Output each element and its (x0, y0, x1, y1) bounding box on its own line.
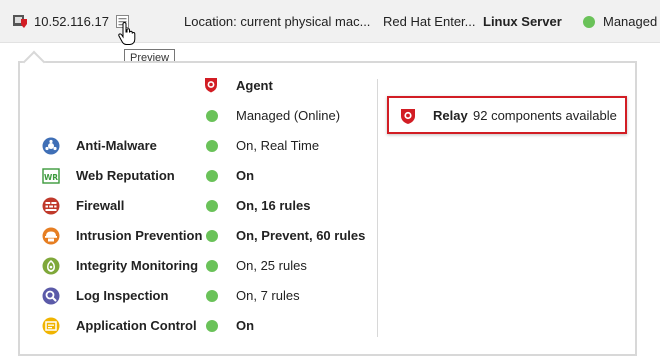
module-row-web-reputation[interactable]: WR Web Reputation On (20, 165, 376, 187)
agent-header: Agent (236, 78, 273, 93)
log-inspection-icon (42, 287, 60, 308)
popover-arrow (22, 50, 46, 74)
anti-malware-icon (42, 137, 60, 158)
module-status: On, Prevent, 60 rules (236, 228, 366, 243)
module-row-integrity-monitoring[interactable]: Integrity Monitoring On, 25 rules (20, 255, 376, 277)
module-status-dot (206, 170, 218, 182)
computer-shield-icon (12, 13, 28, 33)
module-status-dot (206, 230, 218, 242)
module-name: Anti-Malware (76, 138, 157, 153)
module-status-dot (206, 290, 218, 302)
relay-text: 92 components available (473, 108, 617, 123)
module-status: On, 16 rules (236, 198, 311, 213)
module-status-dot (206, 140, 218, 152)
svg-text:WR: WR (44, 173, 58, 182)
module-status: On, Real Time (236, 138, 320, 153)
module-status-dot (206, 200, 218, 212)
module-row-firewall[interactable]: Firewall On, 16 rules (20, 195, 376, 217)
computer-hostname[interactable]: 10.52.116.17 (34, 14, 109, 30)
module-row-intrusion-prevention[interactable]: Intrusion Prevention On, Prevent, 60 rul… (20, 225, 376, 247)
module-status-dot (206, 320, 218, 332)
computer-location: Location: current physical mac... (184, 14, 371, 29)
computer-row[interactable]: 10.52.116.17 Location: current physical … (0, 0, 660, 43)
relay-icon (399, 107, 417, 128)
module-name: Log Inspection (76, 288, 169, 303)
computer-status: Managed (603, 14, 658, 29)
computer-platform: Red Hat Enter... (383, 14, 476, 29)
module-name: Integrity Monitoring (76, 258, 199, 273)
module-status: On, 7 rules (236, 288, 300, 303)
module-status: On (236, 318, 255, 333)
module-name: Firewall (76, 198, 125, 213)
agent-status: Managed (Online) (236, 108, 341, 123)
module-name: Application Control (76, 318, 197, 333)
relay-status-box: Relay 92 components available (387, 96, 627, 134)
intrusion-prevention-icon (42, 227, 60, 248)
application-control-icon (42, 317, 60, 338)
module-name: Intrusion Prevention (76, 228, 203, 243)
module-name: Web Reputation (76, 168, 175, 183)
agent-icon (203, 77, 219, 96)
module-status: On (236, 168, 255, 183)
integrity-monitoring-icon (42, 257, 60, 278)
firewall-icon (42, 197, 60, 218)
module-status-dot (206, 260, 218, 272)
managed-status-dot (583, 16, 595, 28)
module-row-log-inspection[interactable]: Log Inspection On, 7 rules (20, 285, 376, 307)
module-status: On, 25 rules (236, 258, 307, 273)
module-row-application-control[interactable]: Application Control On (20, 315, 376, 337)
agent-status-dot (206, 110, 218, 122)
popover-divider (377, 79, 378, 337)
computer-description: Linux Server (483, 14, 562, 29)
agent-status-row: Managed (Online) (20, 105, 376, 127)
agent-header-row: Agent (20, 75, 376, 97)
preview-popover: Agent Managed (Online) Anti-Malware On, … (18, 50, 637, 356)
relay-label: Relay (433, 108, 468, 123)
web-reputation-icon: WR (42, 167, 60, 188)
hand-cursor-icon (118, 21, 136, 49)
module-row-anti-malware[interactable]: Anti-Malware On, Real Time (20, 135, 376, 157)
